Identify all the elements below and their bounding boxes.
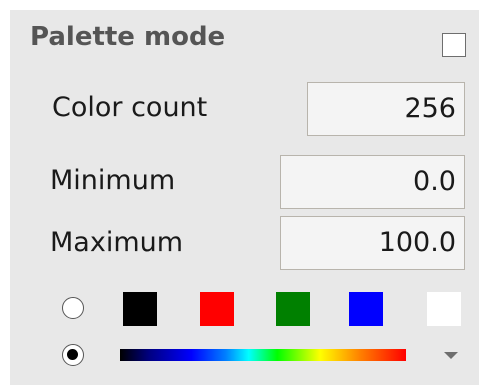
color-count-label: Color count [52,92,208,123]
black-swatch[interactable] [123,292,157,326]
red-swatch[interactable] [200,292,234,326]
palette-mode-checkbox[interactable] [442,33,466,57]
minimum-input[interactable]: 0.0 [280,155,465,209]
radio-selected-dot [67,349,78,360]
maximum-label: Maximum [50,227,184,258]
color-gradient-bar[interactable] [120,349,406,361]
palette-panel: Palette mode Color count 256 Minimum 0.0… [10,10,479,385]
green-swatch[interactable] [276,292,310,326]
chevron-down-icon[interactable] [444,352,458,359]
white-swatch[interactable] [427,292,461,326]
minimum-label: Minimum [50,165,176,196]
blue-swatch[interactable] [349,292,383,326]
solid-colors-radio[interactable] [62,297,84,319]
color-count-input[interactable]: 256 [307,82,465,136]
gradient-radio[interactable] [62,344,84,366]
maximum-input[interactable]: 100.0 [280,216,465,270]
panel-title: Palette mode [30,22,226,52]
